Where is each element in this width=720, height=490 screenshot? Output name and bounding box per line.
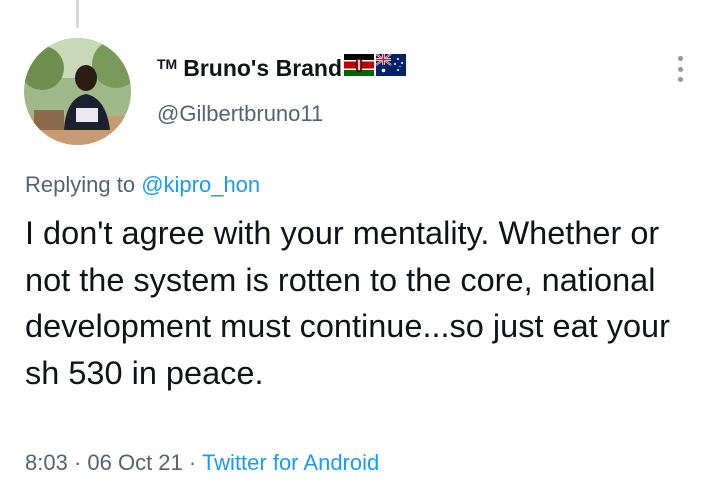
thread-connector-line xyxy=(76,0,79,28)
australia-flag-icon xyxy=(375,53,407,82)
meta-separator: · xyxy=(67,450,88,475)
author-display-name[interactable]: TM Bruno's Brand xyxy=(157,53,407,82)
author-name-text: Bruno's Brand xyxy=(183,54,343,81)
tweet-metadata: 8:03 · 06 Oct 21 · Twitter for Android xyxy=(25,450,379,476)
trademark-mark: TM xyxy=(157,56,178,72)
author-handle[interactable]: @Gilbertbruno11 xyxy=(157,101,323,127)
replying-to-label: Replying to xyxy=(25,172,142,197)
more-dot-icon xyxy=(677,77,683,82)
kenya-flag-icon xyxy=(344,54,375,82)
tweet-card: TM Bruno's Brand @Gilbertbruno11 Replyin… xyxy=(0,0,720,490)
tweet-source-link[interactable]: Twitter for Android xyxy=(202,450,379,475)
more-options-button[interactable] xyxy=(668,54,692,84)
tweet-date[interactable]: 06 Oct 21 xyxy=(87,450,182,475)
tweet-time[interactable]: 8:03 xyxy=(25,450,68,475)
replied-user-link[interactable]: @kipro_hon xyxy=(141,172,260,197)
replying-to-line: Replying to @kipro_hon xyxy=(25,172,260,198)
more-dot-icon xyxy=(677,56,683,61)
more-dot-icon xyxy=(677,66,683,72)
avatar[interactable] xyxy=(24,38,131,145)
tweet-text: I don't agree with your mentality. Wheth… xyxy=(25,215,670,391)
meta-separator: · xyxy=(182,450,202,475)
avatar-photo xyxy=(24,38,131,145)
